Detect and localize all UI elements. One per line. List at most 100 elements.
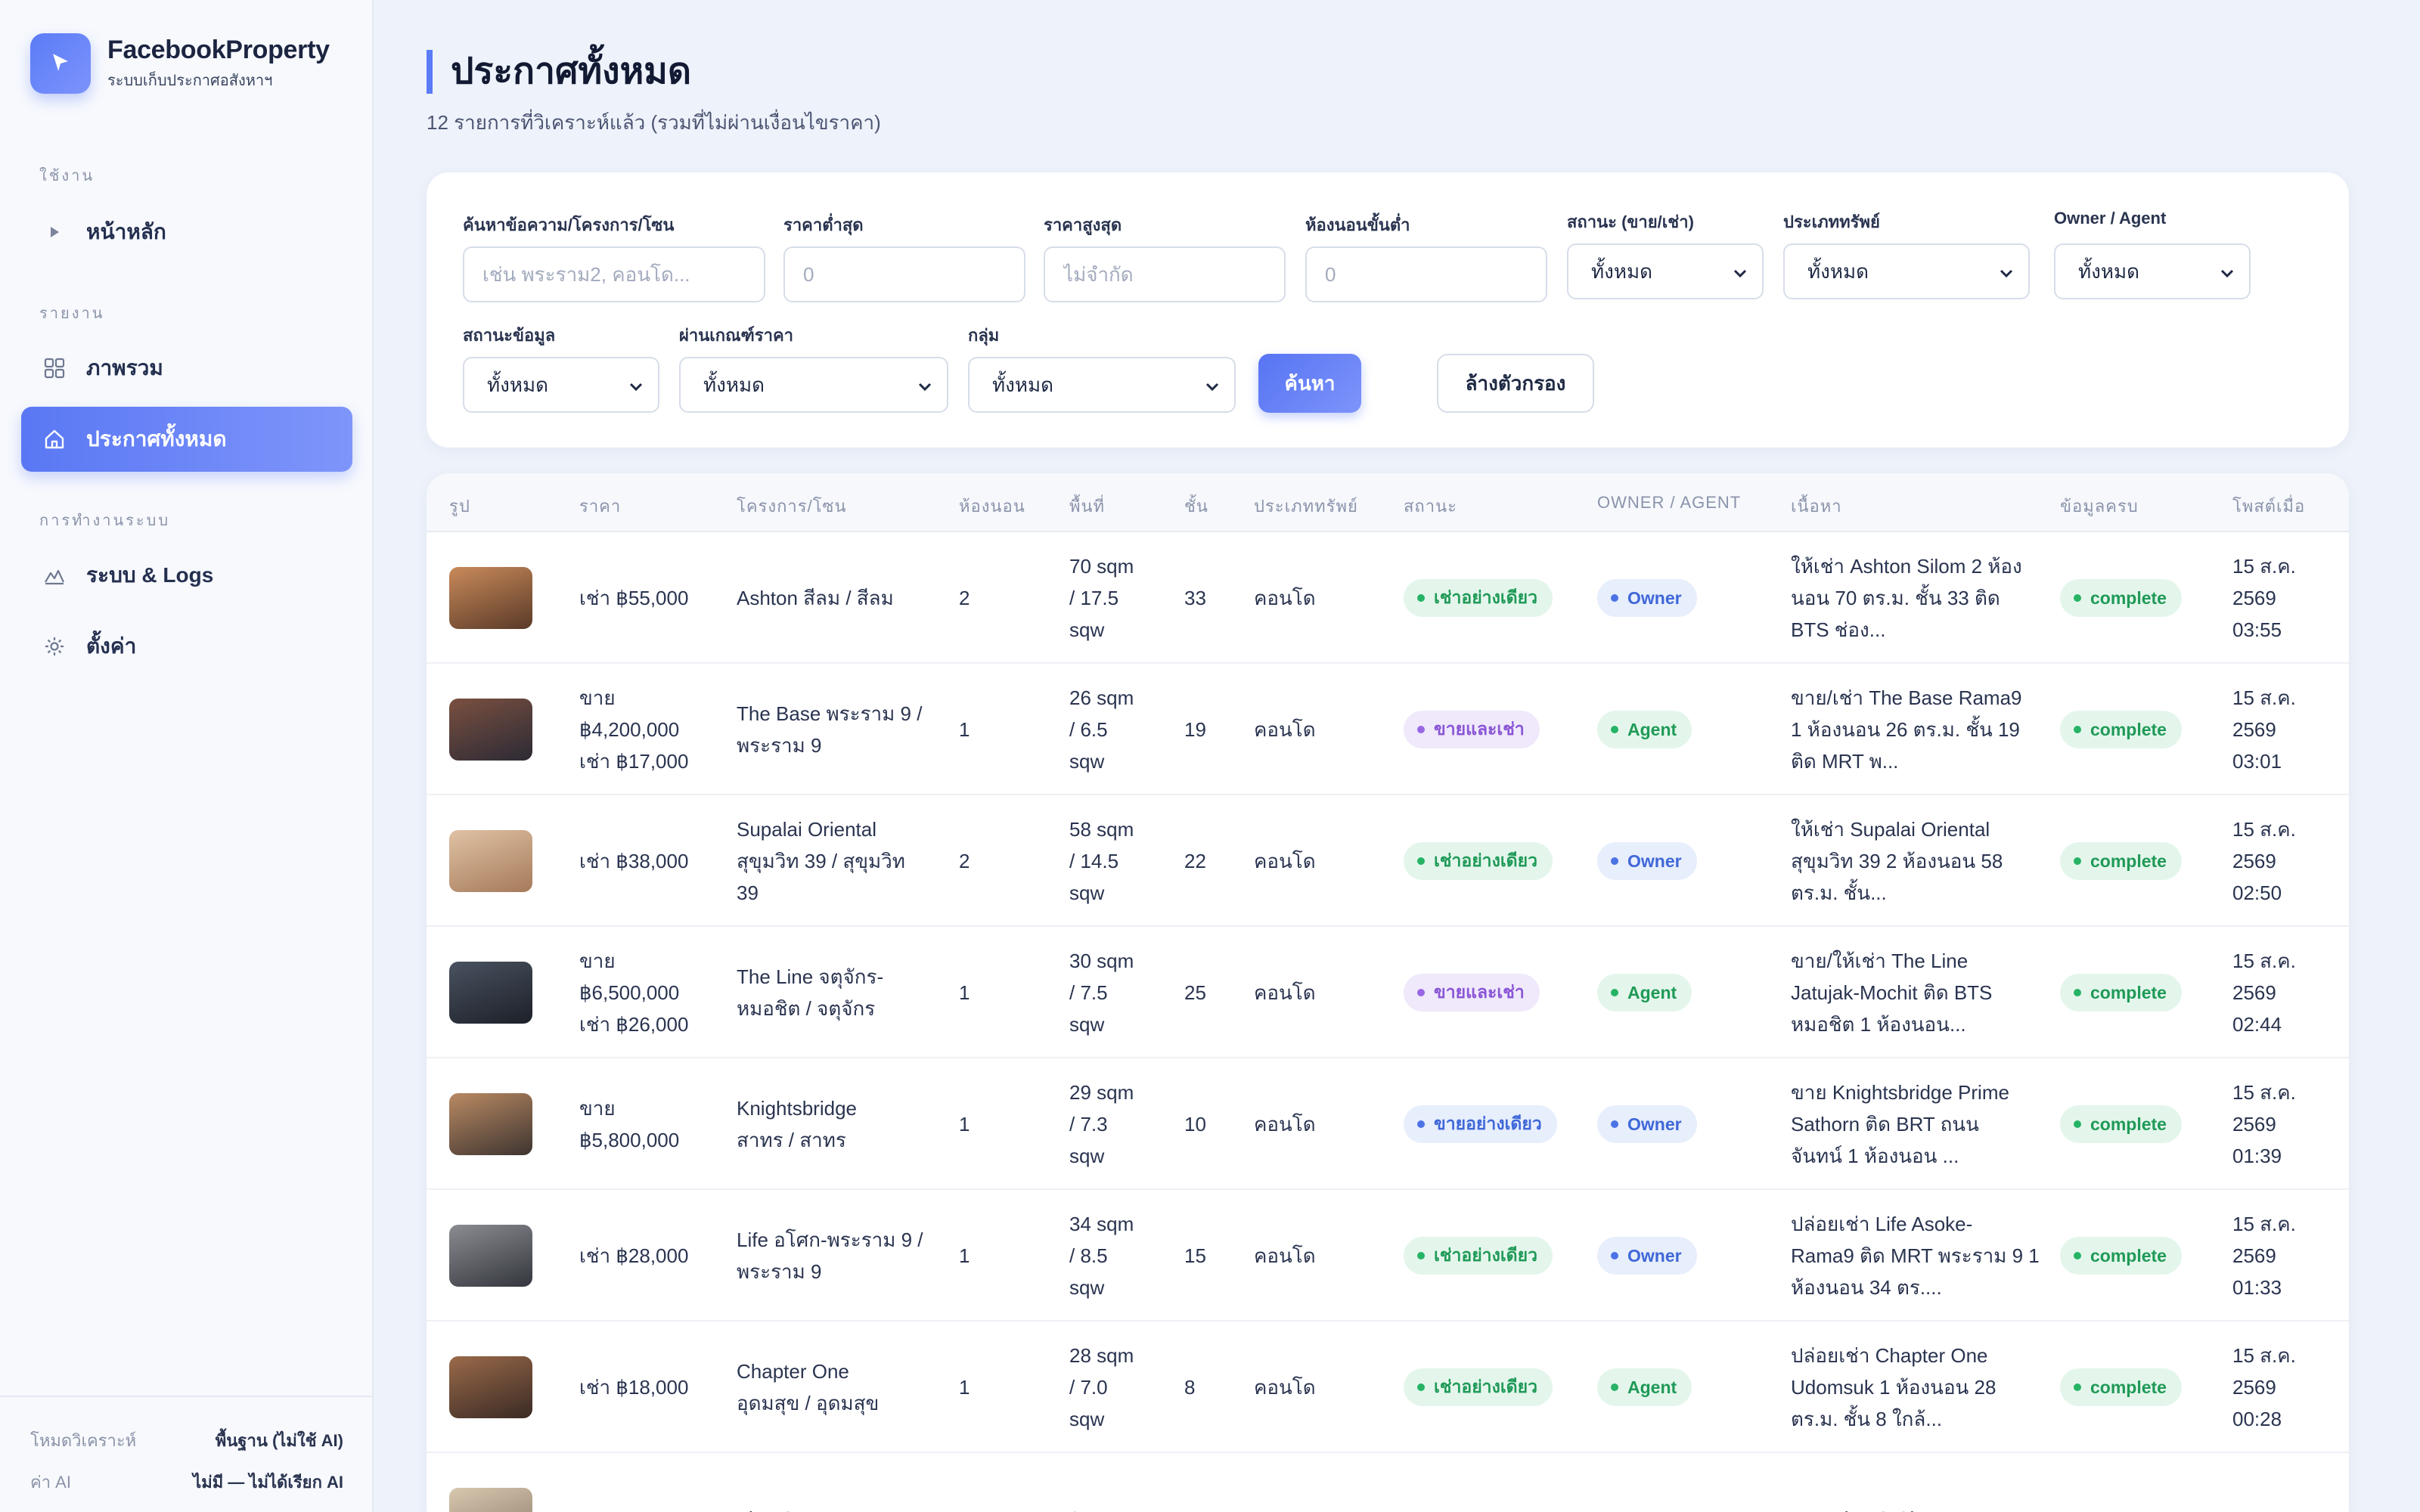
price-cell: เช่า ฿38,000 xyxy=(579,845,688,877)
area-cell: 29 sqm / 7.3 sqw xyxy=(1069,1077,1134,1172)
posted-cell-line: 2569 xyxy=(2232,718,2276,741)
area-cell-line: / 7.3 xyxy=(1069,1113,1108,1136)
project-cell-line: สุขุมวิท 39 / สุขุมวิท xyxy=(737,850,905,872)
col-header: ข้อมูลครบ xyxy=(2060,497,2139,516)
max-price-input[interactable] xyxy=(1044,246,1286,302)
property-type-cell: คอนโด xyxy=(1254,1244,1316,1267)
listing-thumbnail[interactable] xyxy=(449,1225,532,1287)
table-row[interactable]: เช่า ฿55,000 Ashton สีลม / สีลม 2 70 sqm / 1… xyxy=(427,532,2349,664)
main-content: ประกาศทั้งหมด 12 รายการที่วิเคราะห์แล้ว … xyxy=(374,0,2420,1512)
table-row[interactable]: เช่า ฿38,000 Supalai Oriental สุขุมวิท 39 … xyxy=(427,795,2349,927)
owner-agent-badge-text: Owner xyxy=(1627,1114,1682,1134)
content-cell-line: Sathorn ติด BRT ถนน xyxy=(1791,1113,1979,1136)
content-cell: ให้เช่า Ashton Silom 2 ห้อง นอน 70 ตร.ม. … xyxy=(1791,550,2022,646)
analysis-mode-key: โหมดวิเคราะห์ xyxy=(30,1431,137,1450)
listing-thumbnail[interactable] xyxy=(449,962,532,1024)
area-cell-line: / 6.5 xyxy=(1069,718,1108,741)
sidebar-item-logs[interactable]: ระบบ & Logs xyxy=(21,543,352,608)
clear-filters-button[interactable]: ล้างตัวกรอง xyxy=(1437,354,1594,413)
group-select[interactable]: ทั้งหมด xyxy=(968,357,1236,413)
status-dot-icon xyxy=(1611,726,1618,733)
status-dot-icon xyxy=(1417,857,1425,865)
sidebar-item-all-listings[interactable]: ประกาศทั้งหมด xyxy=(21,407,352,472)
col-header: เนื้อหา xyxy=(1791,497,1842,516)
listing-thumbnail[interactable] xyxy=(449,567,532,629)
data-complete-badge-text: complete xyxy=(2090,587,2167,608)
owner-agent-badge: Owner xyxy=(1597,579,1697,617)
min-bedroom-label: ห้องนอนขั้นต่ำ xyxy=(1305,215,1410,234)
data-complete-badge-text: complete xyxy=(2090,1377,2167,1397)
listing-thumbnail[interactable] xyxy=(449,699,532,761)
data-complete-badge-text: complete xyxy=(2090,982,2167,1002)
col-header: ชั้น xyxy=(1184,497,1208,516)
ai-cost-key: ค่า AI xyxy=(30,1473,71,1492)
floor-cell: 25 xyxy=(1184,981,1206,1004)
listing-status-badge: เช่าอย่างเดียว xyxy=(1404,1237,1553,1275)
table-row[interactable]: เช่า ฿18,000 Chapter One อุดมสุข / อุดมสุข… xyxy=(427,1321,2349,1453)
posted-cell-line: 2569 xyxy=(2232,1376,2276,1399)
data-complete-badge-text: complete xyxy=(2090,719,2167,739)
status-dot-icon xyxy=(2074,1383,2081,1391)
search-input[interactable] xyxy=(463,246,765,302)
area-cell-line: 28 sqm xyxy=(1069,1344,1134,1367)
content-cell-line: นอน 70 ตร.ม. ชั้น 33 ติด xyxy=(1791,587,2000,609)
data-complete-badge: complete xyxy=(2060,1237,2182,1275)
listing-thumbnail[interactable] xyxy=(449,1093,532,1155)
min-bedroom-input[interactable] xyxy=(1305,246,1547,302)
area-cell: 30 sqm / 7.5 sqw xyxy=(1069,945,1134,1040)
content-cell: ขาย/ให้เช่า The Line Jatujak-Mochit ติด B… xyxy=(1791,945,1992,1040)
min-price-input[interactable] xyxy=(783,246,1025,302)
floor-cell: 22 xyxy=(1184,850,1206,872)
listing-thumbnail[interactable] xyxy=(449,830,532,892)
data-status-select[interactable]: ทั้งหมด xyxy=(463,357,659,413)
listing-status-badge: ขายและเช่า xyxy=(1404,974,1540,1012)
brand-name: FacebookProperty xyxy=(107,35,330,64)
area-cell-line: sqw xyxy=(1069,1013,1105,1036)
owner-agent-select[interactable]: ทั้งหมด xyxy=(2054,243,2251,299)
col-header: ราคา xyxy=(579,497,622,516)
property-type-label: ประเภททรัพย์ xyxy=(1783,212,1880,231)
sidebar-item-settings[interactable]: ตั้งค่า xyxy=(21,614,352,679)
project-cell: Ideo Q สยาม- xyxy=(737,1503,855,1512)
price-cell-line: ขาย xyxy=(579,686,616,709)
owner-agent-badge-text: Owner xyxy=(1627,850,1682,871)
content-cell-line: ติด MRT พ... xyxy=(1791,750,1899,773)
sidebar-item-home[interactable]: หน้าหลัก xyxy=(21,200,352,265)
area-cell-line: 70 sqm xyxy=(1069,555,1134,578)
analysis-mode-value: พื้นฐาน (ไม่ใช้ AI) xyxy=(215,1431,343,1450)
floor-cell: 33 xyxy=(1184,587,1206,609)
property-type-select[interactable]: ทั้งหมด xyxy=(1783,243,2030,299)
status-select[interactable]: ทั้งหมด xyxy=(1567,243,1764,299)
price-criteria-label: ผ่านเกณฑ์ราคา xyxy=(679,326,794,345)
sidebar-item-overview[interactable]: ภาพรวม xyxy=(21,336,352,401)
price-cell: เช่า ฿28,000 xyxy=(579,1240,688,1272)
table-row[interactable]: ขาย ฿6,500,000 เช่า ฿26,000 The Line จตุจัก… xyxy=(427,927,2349,1058)
search-button[interactable]: ค้นหา xyxy=(1258,354,1361,413)
listing-thumbnail[interactable] xyxy=(449,1488,532,1512)
listing-thumbnail[interactable] xyxy=(449,1356,532,1418)
posted-cell-line: 02:44 xyxy=(2232,1013,2282,1036)
status-dot-icon xyxy=(2074,594,2081,602)
project-cell: The Line จตุจักร- หมอชิต / จตุจักร xyxy=(737,961,883,1024)
content-cell-line: Udomsuk 1 ห้องนอน 28 xyxy=(1791,1376,1996,1399)
table-row[interactable]: ขาย Ideo Q สยาม- 35 sqm ขาย Ideo Q Siam- 15 … xyxy=(427,1453,2349,1512)
content-cell-line: ห้องนอน 34 ตร.... xyxy=(1791,1276,1942,1299)
table-row[interactable]: ขาย ฿4,200,000 เช่า ฿17,000 The Base พระราม… xyxy=(427,664,2349,795)
content-cell-line: ขาย/เช่า The Base Rama9 xyxy=(1791,686,2022,709)
status-select-value: ทั้งหมด xyxy=(1591,259,1652,283)
posted-cell-line: 00:28 xyxy=(2232,1408,2282,1430)
project-cell: Knightsbridge สาทร / สาทร xyxy=(737,1092,857,1156)
posted-cell-line: 15 ส.ค. xyxy=(2232,950,2296,972)
table-row[interactable]: ขาย ฿5,800,000 Knightsbridge สาทร / สาทร 1 29… xyxy=(427,1058,2349,1190)
price-criteria-select[interactable]: ทั้งหมด xyxy=(679,357,948,413)
brand[interactable]: FacebookProperty ระบบเก็บประกาศอสังหาฯ xyxy=(30,33,330,94)
project-cell-line: Ashton สีลม / สีลม xyxy=(737,587,894,609)
project-cell-line: Supalai Oriental xyxy=(737,818,876,841)
owner-agent-badge: Owner xyxy=(1597,842,1697,880)
col-header: โพสต์เมื่อ xyxy=(2232,497,2306,516)
nav-section-reports: รายงาน xyxy=(39,305,105,322)
table-row[interactable]: เช่า ฿28,000 Life อโศก-พระราม 9 / พระราม 9… xyxy=(427,1190,2349,1321)
content-cell-line: 1 ห้องนอน 26 ตร.ม. ชั้น 19 xyxy=(1791,718,2020,741)
content-cell-line: จันทน์ 1 ห้องนอน ... xyxy=(1791,1145,1959,1167)
area-cell-line: sqw xyxy=(1069,618,1105,641)
